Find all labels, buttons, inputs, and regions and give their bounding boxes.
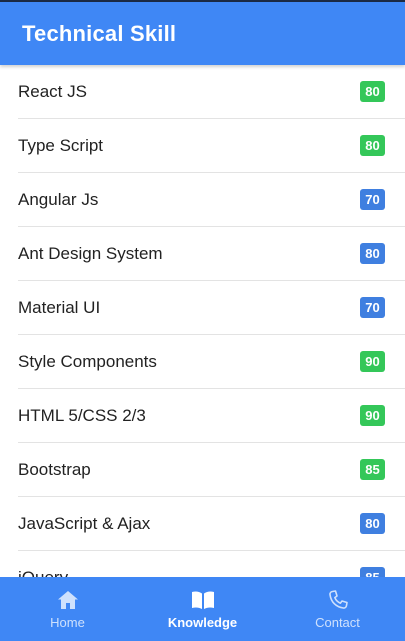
skill-name: Angular Js [18,189,99,209]
nav-contact-label: Contact [315,615,360,630]
score-badge: 80 [360,81,385,102]
skill-name: jQuery [18,567,69,578]
skill-name: React JS [18,81,87,101]
score-badge: 85 [360,459,385,480]
list-item[interactable]: jQuery 85 [18,551,405,577]
list-item[interactable]: React JS 80 [18,65,405,119]
home-icon [55,588,81,612]
skill-name: Ant Design System [18,243,163,263]
list-item[interactable]: Style Components 90 [18,335,405,389]
nav-knowledge-label: Knowledge [167,615,238,630]
score-badge: 80 [360,243,385,264]
list-item[interactable]: JavaScript & Ajax 80 [18,497,405,551]
score-badge: 70 [360,189,385,210]
book-icon [190,588,216,612]
skill-name: Style Components [18,351,157,371]
page-title: Technical Skill [22,20,177,46]
nav-home[interactable]: Home [0,577,135,641]
phone-icon [325,588,351,612]
score-badge: 90 [360,351,385,372]
list-item[interactable]: Ant Design System 80 [18,227,405,281]
list-item[interactable]: Type Script 80 [18,119,405,173]
list-item[interactable]: Bootstrap 85 [18,443,405,497]
score-badge: 90 [360,405,385,426]
score-badge: 80 [360,513,385,534]
bottom-navigation: Home Knowledge Contact [0,577,405,641]
app-header: Technical Skill [0,2,405,65]
score-badge: 70 [360,297,385,318]
list-item[interactable]: HTML 5/CSS 2/3 90 [18,389,405,443]
nav-contact[interactable]: Contact [270,577,405,641]
skill-name: HTML 5/CSS 2/3 [18,405,146,425]
skill-list[interactable]: React JS 80 Type Script 80 Angular Js 70… [0,65,405,577]
list-item[interactable]: Material UI 70 [18,281,405,335]
list-item[interactable]: Angular Js 70 [18,173,405,227]
nav-knowledge[interactable]: Knowledge [135,577,270,641]
skill-name: Type Script [18,135,104,155]
skill-name: JavaScript & Ajax [18,513,151,533]
score-badge: 85 [360,567,385,577]
nav-home-label: Home [50,615,85,630]
score-badge: 80 [360,135,385,156]
skill-name: Material UI [18,297,101,317]
skill-name: Bootstrap [18,459,91,479]
